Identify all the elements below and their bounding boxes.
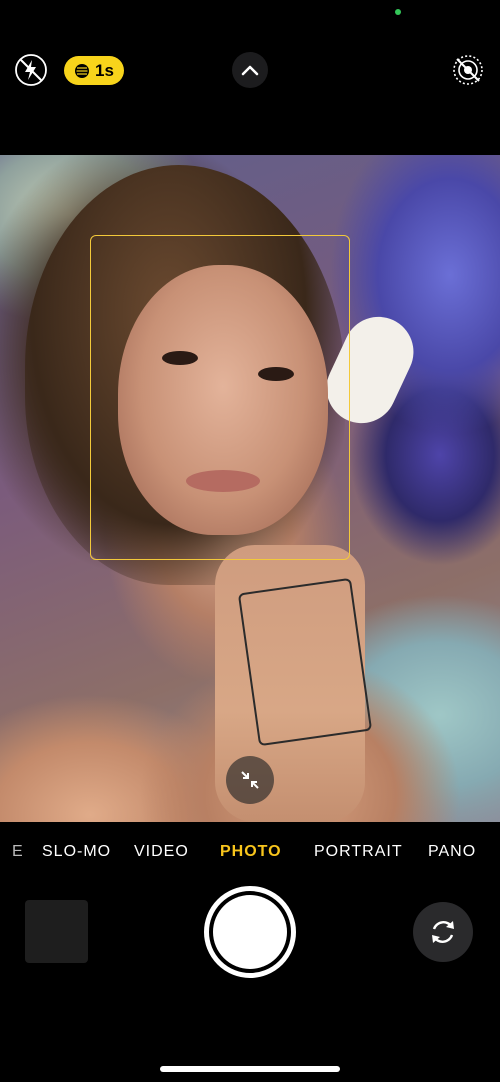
flash-off-icon[interactable] bbox=[13, 52, 49, 88]
mode-video[interactable]: VIDEO bbox=[134, 843, 189, 861]
mode-photo[interactable]: PHOTO bbox=[220, 843, 282, 861]
chevron-up-icon[interactable] bbox=[232, 52, 268, 88]
timer-icon bbox=[75, 63, 90, 78]
camera-in-use-indicator bbox=[395, 9, 401, 15]
timer-pill[interactable]: 1s bbox=[64, 56, 124, 85]
timer-label: 1s bbox=[95, 60, 114, 80]
home-indicator[interactable] bbox=[160, 1066, 340, 1072]
camera-flip-icon[interactable] bbox=[413, 902, 473, 962]
live-photo-off-icon[interactable] bbox=[450, 52, 486, 88]
camera-viewfinder[interactable] bbox=[0, 155, 500, 822]
collapse-arrows-icon[interactable] bbox=[226, 756, 274, 804]
shutter-inner bbox=[213, 895, 287, 969]
mode-selector: E SLO-MO VIDEO PHOTO PORTRAIT PANO bbox=[0, 843, 500, 865]
top-bar: 1s bbox=[0, 50, 500, 90]
mode-pano[interactable]: PANO bbox=[428, 843, 476, 861]
face-focus-box bbox=[90, 235, 350, 560]
mode-clipped[interactable]: E bbox=[12, 843, 24, 861]
mode-slo-mo[interactable]: SLO-MO bbox=[42, 843, 111, 861]
last-photo-thumbnail[interactable] bbox=[25, 900, 88, 963]
shutter-button[interactable] bbox=[204, 886, 296, 978]
arm-tattoo bbox=[237, 577, 373, 747]
mode-portrait[interactable]: PORTRAIT bbox=[314, 843, 403, 861]
